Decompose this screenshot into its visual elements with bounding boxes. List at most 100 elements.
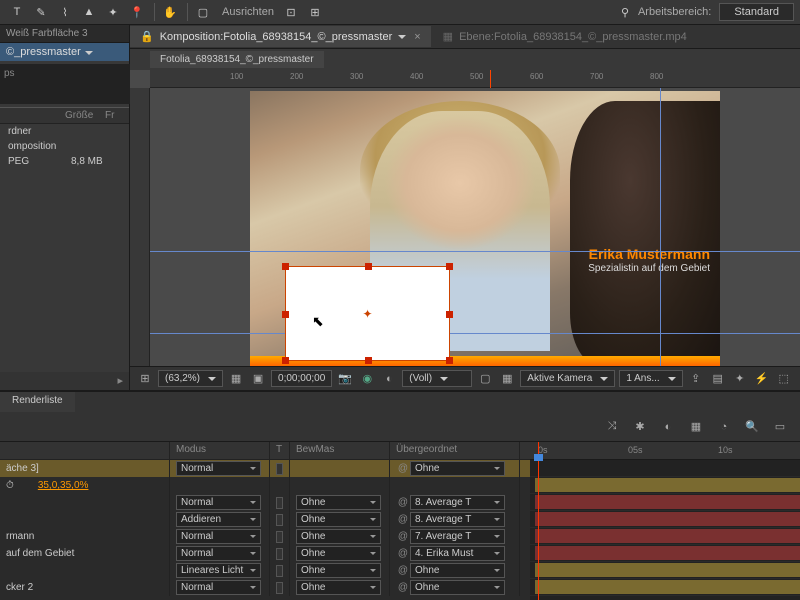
layer-row[interactable]: cker 2 Normal Ohne @Ohne [0,579,530,596]
resize-handle[interactable] [446,311,453,318]
trkmat-dropdown[interactable]: Ohne [296,529,381,544]
track-bar[interactable] [530,477,800,494]
shy-icon[interactable]: ⤨ [602,417,622,437]
playhead[interactable] [538,442,539,600]
panel-tab[interactable]: Weiß Farbfläche 3 [0,25,129,43]
flowchart-icon[interactable]: ⬚ [775,370,793,388]
views-dropdown[interactable]: 1 Ans... [619,370,682,387]
project-name[interactable]: ©_pressmaster [0,43,129,61]
track-bar[interactable] [530,545,800,562]
layer-row[interactable]: Lineares Licht Ohne @Ohne [0,562,530,579]
frame-blend-icon[interactable]: ✱ [630,417,650,437]
resize-handle[interactable] [282,263,289,270]
pickwhip-icon[interactable]: @ [396,497,410,508]
expand-icon[interactable]: ▸ [117,374,123,388]
workspace-dropdown[interactable]: Standard [719,3,794,21]
lut-icon[interactable]: ▤ [709,370,727,388]
layer-row[interactable]: Normal Ohne @8. Average T [0,494,530,511]
trkmat-dropdown[interactable]: Ohne [296,563,381,578]
parent-dropdown[interactable]: Ohne [410,563,505,578]
track-bar[interactable] [530,562,800,579]
layer-row[interactable]: Addieren Ohne @8. Average T [0,511,530,528]
eraser-tool-icon[interactable]: ✦ [102,1,124,23]
resize-handle[interactable] [282,357,289,364]
resize-handle[interactable] [365,263,372,270]
track-bar[interactable] [530,511,800,528]
project-item[interactable]: rdner [0,124,129,139]
motion-blur-icon[interactable]: ◐ [658,417,678,437]
search-icon[interactable]: ⚲ [614,1,636,23]
search-layers-icon[interactable]: 🔍 [742,417,762,437]
track-matte-toggle[interactable] [276,582,283,594]
resize-handle[interactable] [365,357,372,364]
brush-tool-icon[interactable]: ⌇ [54,1,76,23]
trkmat-dropdown[interactable]: Ohne [296,495,381,510]
pickwhip-icon[interactable]: @ [396,463,410,474]
lower-third-name[interactable]: Erika Mustermann [589,246,710,262]
viewport[interactable]: 100200300400500600700800 Erika Musterman… [130,70,800,366]
guide-vertical[interactable] [660,88,661,366]
brainstorm-icon[interactable]: ▦ [686,417,706,437]
blend-mode-dropdown[interactable]: Normal [176,580,261,595]
selected-solid-layer[interactable]: ✦ [285,266,450,361]
blend-mode-dropdown[interactable]: Lineares Licht [176,563,261,578]
comp-button-icon[interactable]: ▭ [770,417,790,437]
parent-dropdown[interactable]: Ohne [410,580,505,595]
pickwhip-icon[interactable]: @ [396,565,410,576]
time-ruler[interactable]: 0s05s10s [530,442,800,460]
track-matte-toggle[interactable] [276,531,283,543]
camera-dropdown[interactable]: Aktive Kamera [520,370,615,387]
anchor-point-icon[interactable]: ✦ [362,307,372,321]
adjust-icon[interactable]: ✦ [731,370,749,388]
close-tab-icon[interactable]: × [414,31,420,43]
trkmat-dropdown[interactable]: Ohne [296,512,381,527]
pickwhip-icon[interactable]: @ [396,582,410,593]
flowchart-tab[interactable]: Fotolia_68938154_©_pressmaster [150,51,324,68]
snap-icon[interactable]: ▢ [192,1,214,23]
pickwhip-icon[interactable]: @ [396,548,410,559]
comp-tab-layer[interactable]: ▦ Ebene: Fotolia_68938154_©_pressmaster.… [433,26,697,47]
blend-mode-dropdown[interactable]: Normal [176,495,261,510]
layer-row[interactable]: äche 3] Normal @Ohne [0,460,530,477]
zoom-dropdown[interactable]: (63,2%) [158,370,223,387]
project-item[interactable]: omposition [0,139,129,154]
trkmat-dropdown[interactable]: Ohne [296,546,381,561]
pin-tool-icon[interactable]: 📍 [126,1,148,23]
grid-overlay-icon[interactable]: ▦ [498,370,516,388]
blend-mode-dropdown[interactable]: Addieren [176,512,261,527]
stopwatch-icon[interactable]: ⏱ [6,480,14,491]
track-matte-toggle[interactable] [276,514,283,526]
track-matte-toggle[interactable] [276,497,283,509]
resolution-dropdown[interactable]: (Voll) [402,370,472,387]
scale-value[interactable]: 35,0,35,0% [18,480,89,491]
project-item[interactable]: PEG8,8 MB [0,154,129,169]
timecode-display[interactable]: 0;00;00;00 [271,370,332,387]
roi-icon[interactable]: ▢ [476,370,494,388]
parent-dropdown[interactable]: Ohne [410,461,505,476]
snapshot-icon[interactable]: 📷 [336,370,354,388]
lower-third-subtitle[interactable]: Spezialistin auf dem Gebiet [588,263,710,274]
track-bar[interactable] [530,494,800,511]
resize-handle[interactable] [446,357,453,364]
blend-mode-dropdown[interactable]: Normal [176,461,261,476]
resize-handle[interactable] [446,263,453,270]
property-row[interactable]: ⏱ 35,0,35,0% [0,477,530,494]
graph-icon[interactable]: ◔ [714,417,734,437]
layer-row[interactable]: auf dem Gebiet Normal Ohne @4. Erika Mus… [0,545,530,562]
pen-tool-icon[interactable]: ✎ [30,1,52,23]
clone-tool-icon[interactable]: ▲ [78,1,100,23]
guide-horizontal[interactable] [150,251,800,252]
track-matte-toggle[interactable] [276,565,283,577]
track-matte-toggle[interactable] [276,548,283,560]
color-mgmt-icon[interactable]: ◐ [380,370,398,388]
transparency-icon[interactable]: ▣ [249,370,267,388]
layer-row[interactable]: rmann Normal Ohne @7. Average T [0,528,530,545]
hand-tool-icon[interactable]: ✋ [159,1,181,23]
track-bar[interactable] [530,579,800,596]
parent-dropdown[interactable]: 7. Average T [410,529,505,544]
guide-horizontal[interactable] [150,333,800,334]
pickwhip-icon[interactable]: @ [396,514,410,525]
channel-icon[interactable]: ◉ [358,370,376,388]
res-icon[interactable]: ▦ [227,370,245,388]
track-matte-toggle[interactable] [276,463,283,475]
